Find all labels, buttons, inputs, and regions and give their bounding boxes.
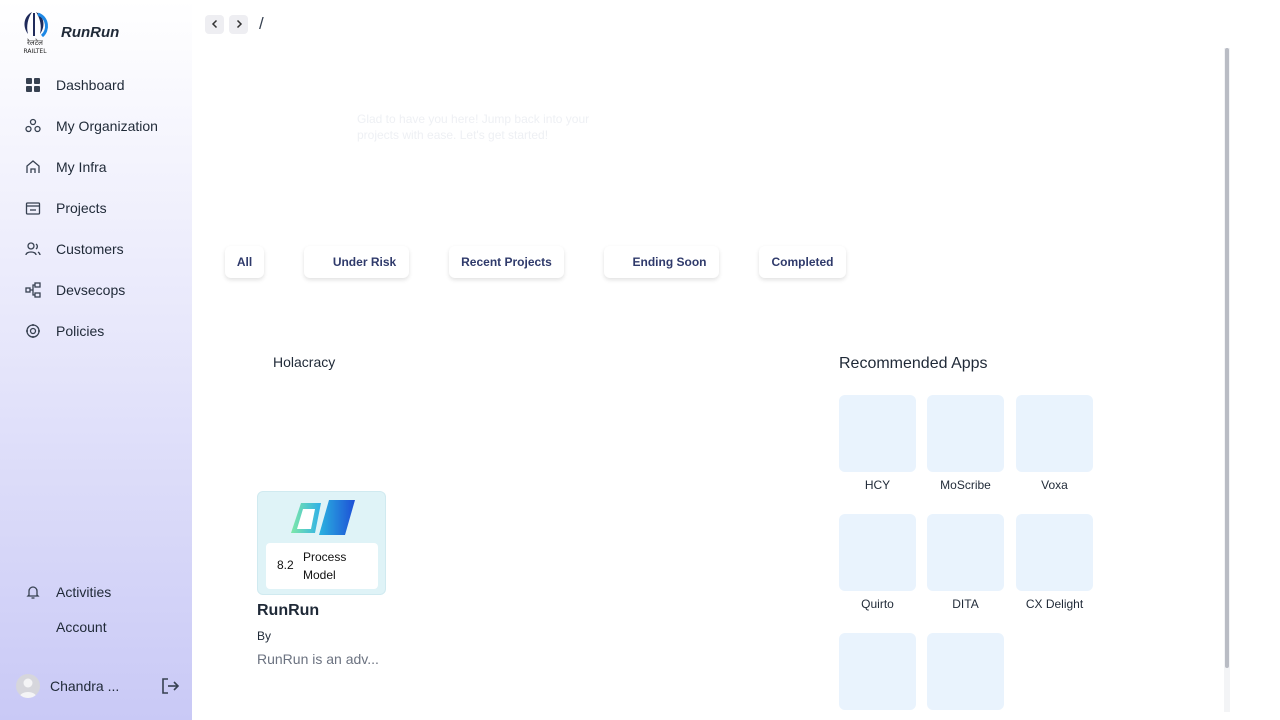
project-by: By bbox=[257, 629, 272, 643]
breadcrumb: / bbox=[205, 14, 264, 34]
brand[interactable]: रेलटेल RAILTEL RunRun bbox=[18, 10, 119, 56]
brand-name: RunRun bbox=[61, 24, 120, 41]
sidebar-item-customers[interactable]: Customers bbox=[0, 228, 192, 269]
chevron-right-icon bbox=[236, 19, 242, 29]
app-hcy[interactable]: HCY bbox=[839, 395, 916, 492]
app-tile bbox=[927, 633, 1004, 710]
sidebar-item-label: My Organization bbox=[56, 117, 158, 134]
recommended-apps-title: Recommended Apps bbox=[839, 355, 988, 372]
app-tile bbox=[1016, 514, 1093, 591]
scrollbar-thumb[interactable] bbox=[1225, 48, 1229, 668]
sidebar-item-devsecops[interactable]: Devsecops bbox=[0, 269, 192, 310]
sidebar-item-label: Devsecops bbox=[56, 281, 126, 298]
grid-icon bbox=[24, 76, 42, 94]
sidebar-item-label: Activities bbox=[56, 583, 112, 600]
tab-recent-projects[interactable]: Recent Projects bbox=[449, 246, 564, 278]
app-cx-delight[interactable]: CX Delight bbox=[1016, 514, 1093, 611]
chevron-left-icon bbox=[211, 19, 217, 29]
svg-text:रेलटेल: रेलटेल bbox=[27, 38, 43, 47]
customers-icon bbox=[24, 240, 42, 258]
avatar bbox=[16, 674, 40, 698]
tab-under-risk[interactable]: Under Risk bbox=[304, 246, 409, 278]
app-tile bbox=[839, 633, 916, 710]
sidebar-item-account[interactable]: Account bbox=[0, 609, 192, 644]
sidebar-item-label: Projects bbox=[56, 199, 107, 216]
sidebar-item-label: Policies bbox=[56, 322, 105, 339]
user-name: Chandra ... bbox=[50, 678, 120, 694]
app-name: Quirto bbox=[861, 597, 894, 611]
sidebar-item-policies[interactable]: Policies bbox=[0, 310, 192, 351]
app-voxa[interactable]: Voxa bbox=[1016, 395, 1093, 492]
app-tile-7[interactable] bbox=[839, 633, 916, 710]
forward-button[interactable] bbox=[229, 14, 248, 34]
sidebar-item-projects[interactable]: Projects bbox=[0, 187, 192, 228]
devsecops-icon bbox=[24, 281, 42, 299]
user-profile[interactable]: Chandra ... bbox=[16, 672, 184, 700]
app-tile bbox=[1016, 395, 1093, 472]
app-tile-8[interactable] bbox=[927, 633, 1004, 710]
app-tile bbox=[927, 395, 1004, 472]
org-icon bbox=[24, 117, 42, 135]
sidebar-item-label: My Infra bbox=[56, 158, 107, 175]
app-moscribe[interactable]: MoScribe bbox=[927, 395, 1004, 492]
sidebar-item-my-organization[interactable]: My Organization bbox=[0, 105, 192, 146]
sidebar-item-label: Dashboard bbox=[56, 76, 125, 93]
app-name: MoScribe bbox=[940, 478, 991, 492]
sidebar-item-activities[interactable]: Activities bbox=[0, 574, 192, 609]
project-name[interactable]: RunRun bbox=[257, 602, 319, 620]
sidebar-item-my-infra[interactable]: My Infra bbox=[0, 146, 192, 187]
holacracy-title: Holacracy bbox=[273, 354, 336, 370]
sidebar-item-dashboard[interactable]: Dashboard bbox=[0, 64, 192, 105]
score-value: 8.2 bbox=[277, 558, 294, 572]
bell-icon bbox=[24, 583, 42, 601]
app-dita[interactable]: DITA bbox=[927, 514, 1004, 611]
account-icon bbox=[24, 618, 42, 636]
breadcrumb-separator: / bbox=[259, 14, 264, 33]
app-name: CX Delight bbox=[1025, 597, 1084, 611]
projects-icon bbox=[24, 199, 42, 217]
app-name: Voxa bbox=[1041, 478, 1068, 492]
sidebar-item-label: Customers bbox=[56, 240, 124, 257]
railtel-logo: रेलटेल RAILTEL bbox=[18, 10, 52, 56]
app-tile bbox=[839, 514, 916, 591]
back-button[interactable] bbox=[205, 14, 224, 34]
project-card[interactable]: 8.2 Process Model bbox=[257, 491, 386, 595]
app-tile bbox=[927, 514, 1004, 591]
app-name: DITA bbox=[952, 597, 979, 611]
score-label: Process Model bbox=[303, 550, 347, 582]
score-chip: 8.2 Process Model bbox=[266, 543, 378, 589]
tab-all[interactable]: All bbox=[225, 246, 264, 278]
app-name: HCY bbox=[864, 478, 891, 492]
svg-text:RAILTEL: RAILTEL bbox=[23, 48, 47, 55]
app-tile bbox=[839, 395, 916, 472]
tab-completed[interactable]: Completed bbox=[759, 246, 846, 278]
app-quirto[interactable]: Quirto bbox=[839, 514, 916, 611]
sidebar-nav: Dashboard My Organization My Infra Proje… bbox=[0, 64, 192, 351]
sidebar-bottom-nav: Activities Account bbox=[0, 574, 192, 644]
project-logo bbox=[291, 500, 355, 535]
infra-icon bbox=[24, 158, 42, 176]
project-description: RunRun is an adv... bbox=[257, 651, 379, 667]
policies-icon bbox=[24, 322, 42, 340]
sidebar: रेलटेल RAILTEL RunRun Dashboard My Organ… bbox=[0, 0, 192, 720]
logout-icon[interactable] bbox=[160, 676, 180, 696]
sidebar-item-label: Account bbox=[56, 618, 107, 635]
tab-ending-soon[interactable]: Ending Soon bbox=[604, 246, 719, 278]
welcome-message: Glad to have you here! Jump back into yo… bbox=[357, 112, 590, 142]
